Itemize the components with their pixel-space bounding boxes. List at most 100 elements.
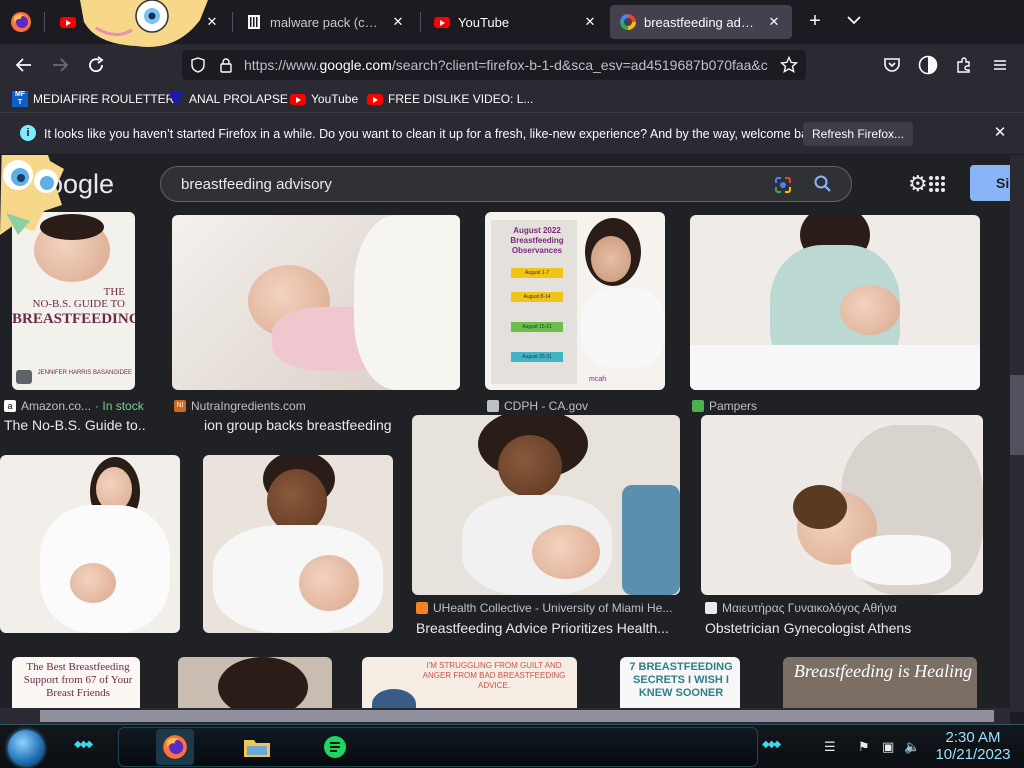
tab-youtube-2[interactable]: YouTube ✕ bbox=[424, 5, 608, 39]
uhealth-icon bbox=[416, 602, 428, 614]
result-image-mother-dark-skin[interactable] bbox=[203, 455, 393, 633]
firefox-view-button[interactable] bbox=[10, 11, 32, 33]
result-image-nutraingredients[interactable] bbox=[172, 215, 460, 390]
bookmarks-toolbar: MF T MEDIAFIRE ROULETTER ANAL PROLAPSE Yo… bbox=[0, 86, 1024, 112]
bookmark-star-icon[interactable] bbox=[779, 55, 799, 79]
volume-icon[interactable]: 🔈 bbox=[904, 739, 920, 755]
notification-bar: i It looks like you haven’t started Fire… bbox=[0, 112, 1024, 154]
bookmark-mediafire[interactable]: MF T MEDIAFIRE ROULETTER bbox=[12, 90, 174, 108]
refresh-firefox-button[interactable]: Refresh Firefox... bbox=[803, 122, 913, 146]
firefox-icon bbox=[163, 735, 187, 759]
bookmark-triangle[interactable]: ANAL PROLAPSE bbox=[168, 90, 288, 108]
youtube-icon bbox=[60, 14, 76, 30]
shield-icon[interactable] bbox=[190, 57, 206, 78]
result-image-mother-white-shirt[interactable] bbox=[0, 455, 180, 633]
info-icon: i bbox=[20, 125, 36, 141]
firefox-taskbar-button[interactable] bbox=[156, 729, 194, 765]
account-button[interactable] bbox=[914, 51, 942, 79]
triangle-icon bbox=[168, 91, 184, 107]
google-icon bbox=[620, 14, 636, 30]
tab-separator bbox=[44, 12, 45, 32]
hamburger-icon bbox=[994, 60, 1006, 70]
folder-icon bbox=[244, 740, 270, 757]
account-icon bbox=[918, 55, 938, 75]
result-image-uhealth[interactable] bbox=[412, 415, 680, 595]
youtube-icon bbox=[367, 91, 383, 107]
chevron-decor-icon: ◆◆◆ bbox=[74, 739, 93, 750]
extensions-button[interactable] bbox=[950, 51, 978, 79]
arrow-right-icon bbox=[53, 58, 69, 72]
google-lens-icon[interactable] bbox=[773, 175, 793, 195]
notes-taskbar-button[interactable] bbox=[316, 729, 354, 765]
notification-message: It looks like you haven’t started Firefo… bbox=[44, 127, 825, 141]
tab-separator bbox=[232, 12, 233, 32]
cartoon-sticker-image bbox=[80, 0, 208, 47]
result-caption-0[interactable]: The No-B.S. Guide to... bbox=[4, 417, 146, 433]
search-icon[interactable] bbox=[813, 174, 833, 194]
url-bar[interactable]: https://www.google.com/search?client=fir… bbox=[182, 50, 806, 80]
tray-expand-icon[interactable]: ☰ bbox=[824, 739, 836, 755]
back-button[interactable] bbox=[10, 51, 38, 79]
reload-button[interactable] bbox=[82, 51, 110, 79]
pocket-icon bbox=[884, 58, 900, 72]
result-image-cdph-poster[interactable]: August 2022 Breastfeeding Observances Au… bbox=[485, 212, 665, 390]
chevron-down-icon bbox=[847, 16, 861, 25]
horizontal-scrollbar-thumb[interactable] bbox=[40, 710, 994, 722]
result-image-best-support[interactable]: The Best Breastfeeding Support from 67 o… bbox=[12, 657, 140, 712]
start-button[interactable] bbox=[8, 730, 44, 766]
tab-close-icon[interactable]: ✕ bbox=[766, 14, 782, 30]
sign-in-button[interactable]: Si bbox=[970, 165, 1010, 201]
search-input[interactable]: breastfeeding advisory bbox=[160, 166, 852, 202]
result-source-3[interactable]: Pampers bbox=[692, 399, 757, 413]
result-source-5[interactable]: Μαιευτήρας Γυναικολόγος Αθήνα bbox=[705, 601, 897, 615]
result-caption-1[interactable]: ion group backs breastfeeding bbox=[204, 417, 404, 433]
apps-grid-icon[interactable] bbox=[928, 175, 946, 193]
tab-close-icon[interactable]: ✕ bbox=[390, 14, 406, 30]
reload-icon bbox=[89, 56, 104, 73]
pampers-icon bbox=[692, 400, 704, 412]
result-source-4[interactable]: UHealth Collective - University of Miami… bbox=[416, 601, 672, 615]
navigation-toolbar: https://www.google.com/search?client=fir… bbox=[0, 44, 1024, 86]
clock[interactable]: 2:30 AM 10/21/2023 bbox=[928, 729, 1018, 763]
arrow-left-icon bbox=[15, 58, 31, 72]
result-image-obstetrician[interactable] bbox=[701, 415, 983, 595]
result-caption-5[interactable]: Obstetrician Gynecologist Athens bbox=[705, 620, 985, 636]
network-icon[interactable]: ▣ bbox=[882, 739, 894, 755]
result-caption-4[interactable]: Breastfeeding Advice Prioritizes Health.… bbox=[416, 620, 682, 636]
tab-breastfeeding-advisory[interactable]: breastfeeding advisory - ✕ bbox=[610, 5, 792, 39]
new-tab-button[interactable]: + bbox=[804, 10, 826, 32]
puzzle-icon bbox=[957, 57, 970, 73]
menu-button[interactable] bbox=[986, 51, 1014, 79]
bookmark-youtube[interactable]: YouTube bbox=[290, 90, 358, 108]
close-icon[interactable]: ✕ bbox=[990, 123, 1010, 143]
result-image-healing[interactable]: Breastfeeding is Healing bbox=[783, 657, 977, 712]
result-source-2[interactable]: CDPH - CA.gov bbox=[487, 399, 588, 413]
cdph-icon bbox=[487, 400, 499, 412]
result-image-7-secrets[interactable]: 7 BREASTFEEDING SECRETS I WISH I KNEW SO… bbox=[620, 657, 740, 712]
page-icon bbox=[246, 14, 262, 30]
tag-icon bbox=[16, 370, 32, 384]
settings-gear-icon[interactable]: ⚙ bbox=[908, 171, 928, 197]
nutraingredients-icon: NI bbox=[174, 400, 186, 412]
tab-close-icon[interactable]: ✕ bbox=[582, 14, 598, 30]
forward-button[interactable] bbox=[46, 51, 74, 79]
lock-icon[interactable] bbox=[218, 57, 234, 78]
result-source-1[interactable]: NI NutraIngredients.com bbox=[174, 399, 306, 413]
file-explorer-taskbar-button[interactable] bbox=[238, 729, 276, 765]
flag-icon[interactable]: ⚑ bbox=[858, 739, 870, 755]
result-image-pampers[interactable] bbox=[690, 215, 980, 390]
pocket-button[interactable] bbox=[878, 51, 906, 79]
url-text[interactable]: https://www.google.com/search?client=fir… bbox=[244, 57, 768, 73]
result-source-0[interactable]: a Amazon.co... · In stock bbox=[4, 399, 144, 413]
taskbar-dock bbox=[118, 727, 758, 767]
vertical-scrollbar-thumb[interactable] bbox=[1010, 375, 1024, 455]
notes-app-icon bbox=[324, 736, 346, 758]
tab-malware-pack[interactable]: malware pack (contains ✕ bbox=[236, 5, 416, 39]
list-all-tabs-button[interactable] bbox=[844, 10, 866, 32]
bookmark-free-dislike-video[interactable]: FREE DISLIKE VIDEO: L... bbox=[367, 90, 533, 108]
result-image-guilt-anger[interactable]: I'M STRUGGLING FROM GUILT AND ANGER FROM… bbox=[362, 657, 577, 712]
google-images-page: oogle breastfeeding advisory ⚙ Si THE NO… bbox=[0, 155, 1010, 712]
cartoon-sticker-image bbox=[0, 155, 64, 235]
mediafire-icon: MF T bbox=[12, 91, 28, 107]
result-image-woman-dark-hair[interactable] bbox=[178, 657, 332, 712]
